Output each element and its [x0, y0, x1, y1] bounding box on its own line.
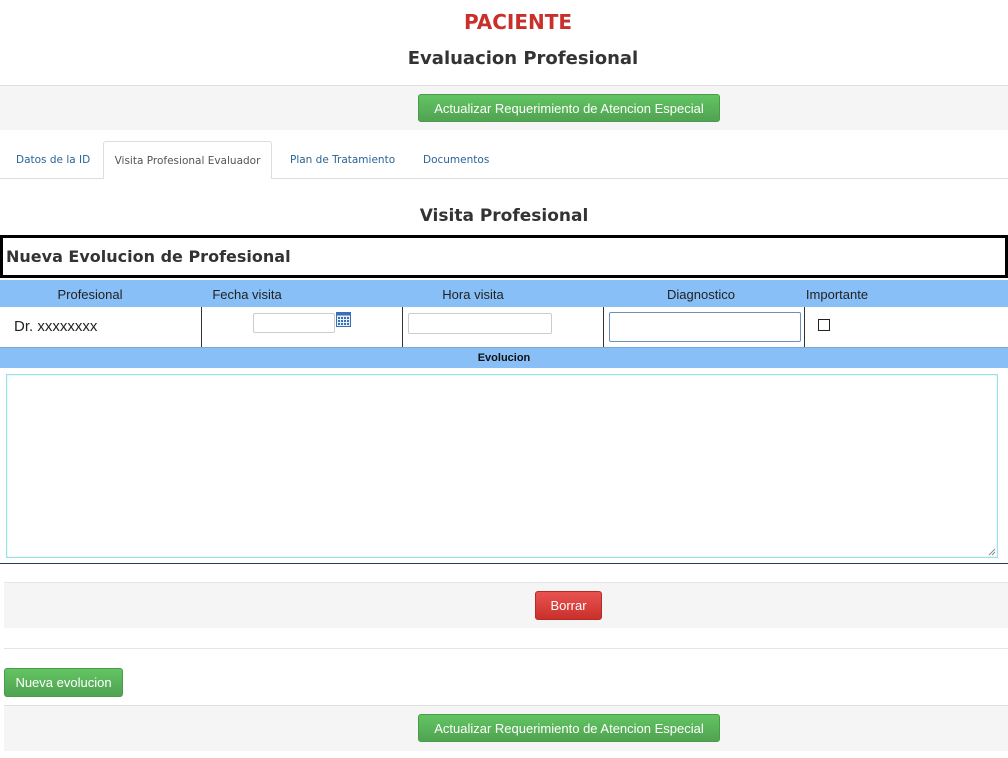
update-requirement-button-bottom[interactable]: Actualizar Requerimiento de Atencion Esp…: [418, 714, 720, 742]
tab-datos-id[interactable]: Datos de la ID: [16, 153, 90, 167]
fecha-visita-input[interactable]: [253, 313, 335, 333]
header-profesional: Profesional: [57, 287, 123, 302]
evolucion-header: Evolucion: [0, 348, 1008, 368]
table-row: Dr. xxxxxxxx: [0, 307, 1008, 348]
cell-divider: [402, 307, 403, 347]
cell-divider: [804, 307, 805, 347]
calendar-icon[interactable]: [336, 312, 351, 327]
diagnostico-input[interactable]: [609, 312, 801, 342]
cell-divider: [603, 307, 604, 347]
tab-plan-tratamiento[interactable]: Plan de Tratamiento: [290, 153, 395, 167]
profesional-value: Dr. xxxxxxxx: [14, 318, 98, 335]
evolution-box-title: Nueva Evolucion de Profesional: [0, 235, 1008, 278]
page-subtitle: Evaluacion Profesional: [407, 48, 639, 69]
divider: [4, 648, 1008, 649]
header-diagnostico: Diagnostico: [667, 287, 735, 302]
tab-visita-profesional[interactable]: Visita Profesional Evaluador: [103, 141, 272, 179]
delete-button[interactable]: Borrar: [535, 591, 602, 620]
update-requirement-button-top[interactable]: Actualizar Requerimiento de Atencion Esp…: [418, 94, 720, 122]
header-hora-visita: Hora visita: [442, 287, 504, 302]
evolution-box-title-text: Nueva Evolucion de Profesional: [6, 247, 291, 266]
delete-bar: [4, 583, 1008, 628]
hora-visita-input[interactable]: [408, 313, 552, 334]
cell-divider: [201, 307, 202, 347]
evolucion-textarea[interactable]: [6, 374, 998, 558]
section-title: Visita Profesional: [419, 206, 589, 226]
header-importante: Importante: [805, 287, 869, 302]
resize-handle-icon[interactable]: [988, 548, 996, 556]
new-evolution-button[interactable]: Nueva evolucion: [4, 668, 123, 697]
table-header-row: Profesional Fecha visita Hora visita Dia…: [0, 280, 1008, 307]
tab-documentos[interactable]: Documentos: [423, 153, 489, 167]
importante-checkbox[interactable]: [818, 319, 830, 331]
header-fecha-visita: Fecha visita: [212, 287, 282, 302]
page-title: PACIENTE: [463, 10, 573, 34]
